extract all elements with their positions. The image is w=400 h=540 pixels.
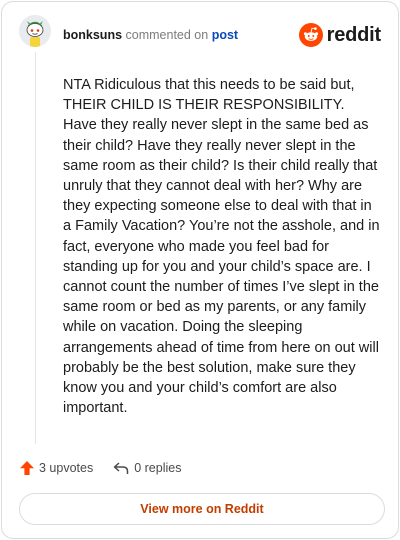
comment-actions: 3 upvotes 0 replies xyxy=(19,458,181,478)
reply-count: 0 replies xyxy=(134,461,182,475)
comment-header: bonksuns commented on post xyxy=(63,28,238,42)
comment-embed-card: bonksuns commented on post reddit NTA Ri… xyxy=(1,1,399,539)
username-link[interactable]: bonksuns xyxy=(63,28,122,42)
user-avatar[interactable] xyxy=(19,15,51,47)
upvote-count: 3 upvotes xyxy=(39,461,94,475)
commented-on-text: commented on xyxy=(125,28,209,42)
snoo-avatar-icon xyxy=(19,15,51,47)
upvote-button[interactable]: 3 upvotes xyxy=(19,460,93,476)
thread-line xyxy=(35,52,36,444)
view-more-button[interactable]: View more on Reddit xyxy=(19,493,385,525)
reply-arrow-icon xyxy=(113,462,129,474)
upvote-arrow-icon xyxy=(20,461,34,475)
reddit-logo[interactable]: reddit xyxy=(298,23,382,47)
reddit-logo-icon xyxy=(298,23,323,47)
post-link[interactable]: post xyxy=(212,28,238,42)
replies-button[interactable]: 0 replies xyxy=(113,461,181,475)
comment-body: NTA Ridiculous that this needs to be sai… xyxy=(63,77,380,417)
reddit-wordmark: reddit xyxy=(326,24,382,46)
